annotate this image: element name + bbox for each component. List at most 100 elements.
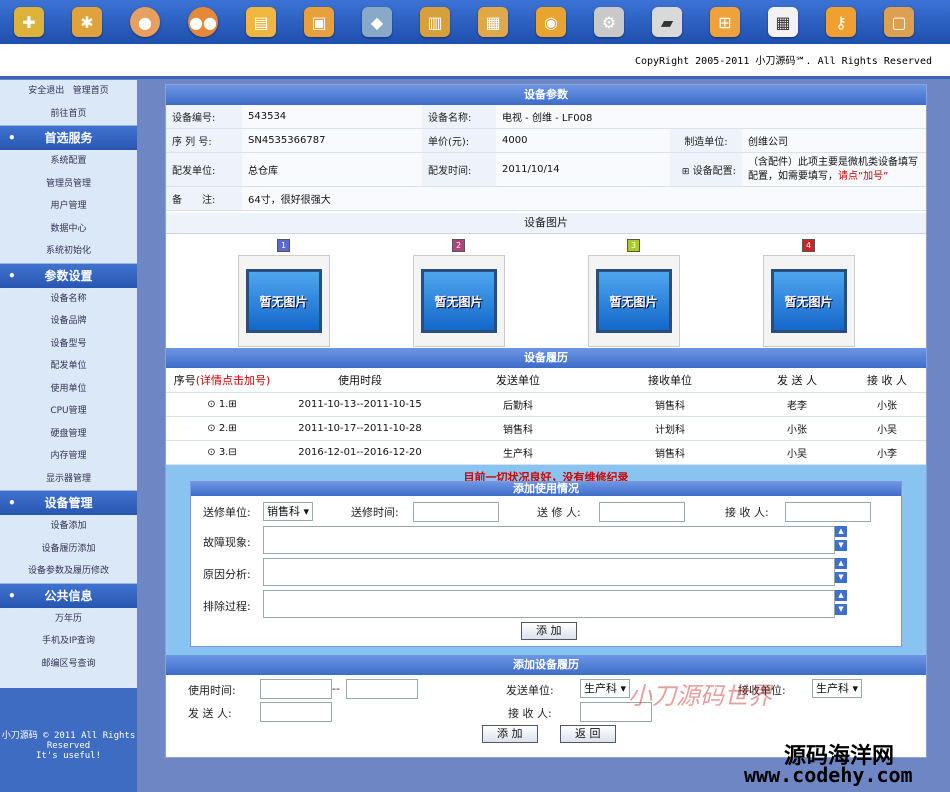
fix-label: 排除过程: [203,600,251,613]
fault-scrollbar[interactable]: ▲ ▼ [835,526,847,552]
image-slot[interactable]: 2 暂无图片 [412,238,505,347]
receiver-input[interactable] [785,502,871,522]
sidebar-item-device-model[interactable]: 设备型号 [0,333,137,356]
section-preferred-services[interactable]: 首选服务 [0,125,137,150]
tool-icon-15[interactable]: ▢ [870,2,928,42]
config-link[interactable]: 请点“加号” [838,171,888,182]
sidebar-item-system-init[interactable]: 系统初始化 [0,240,137,263]
back-button[interactable]: 返 回 [560,725,616,743]
use-time-start-input[interactable] [260,679,332,699]
usage-form-title: 添加使用情况 [191,482,901,496]
dept-select[interactable]: 销售科 ▾ [263,502,314,521]
footer-line-3: It's useful! [35,751,102,761]
radio-icon[interactable]: ⊙ [207,423,215,434]
minus-collapse-icon[interactable]: ⊟ [228,447,236,458]
tool-icon-10[interactable]: ⚙ [580,2,638,42]
tool-icon-14[interactable]: ⚷ [812,2,870,42]
section-public-info[interactable]: 公共信息 [0,582,137,608]
image-slot[interactable]: 1 暂无图片 [237,238,330,347]
image-slot[interactable]: 4 暂无图片 [762,238,855,347]
tool-icon-5[interactable]: ▣ [290,2,348,42]
use-time-end-input[interactable] [346,679,418,699]
value-dist: 总仓库 [242,152,422,187]
person-label: 送 修 人: [537,506,581,519]
record-form: 使用时间: -- 发送单位: 生产科 ▾ 接收单位: 生产科 ▾ 发 送 人: … [166,675,926,743]
sidebar-item-monitor[interactable]: 显示器管理 [0,468,137,491]
sidebar-item-system-config[interactable]: 系统配置 [0,150,137,173]
images-title: 设备图片 [166,213,926,234]
scroll-down-icon[interactable]: ▼ [835,540,847,551]
tool-icon-4[interactable]: ▤ [232,2,290,42]
dept-label: 送修单位: [203,506,251,519]
cause-scrollbar[interactable]: ▲ ▼ [835,558,847,584]
col-seq: 序号(详情点击加号) [166,368,278,393]
sidebar-item-data-center[interactable]: 数据中心 [0,218,137,241]
scroll-down-icon[interactable]: ▼ [835,604,847,615]
sidebar-item-use-unit[interactable]: 使用单位 [0,378,137,401]
add-usage-button[interactable]: 添 加 [521,622,577,640]
admin-home-link[interactable]: 管理首页 [73,86,109,96]
sender-label: 发 送 人: [188,707,232,720]
tool-icon-3[interactable]: ●● [174,2,232,42]
sidebar-item-cpu[interactable]: CPU管理 [0,400,137,423]
sidebar-item-admin-manage[interactable]: 管理员管理 [0,173,137,196]
logout-link[interactable]: 安全退出 [28,86,64,96]
tool-icon-6[interactable]: ◆ [348,2,406,42]
cause-label: 原因分析: [203,568,251,581]
plus-expand-icon[interactable]: ⊞ [228,423,236,434]
sidebar-item-postcode[interactable]: 邮编区号查询 [0,653,137,676]
fix-textarea[interactable] [263,590,835,618]
tool-icon-2[interactable]: ● [116,2,174,42]
tool-icon-9[interactable]: ◉ [522,2,580,42]
fault-textarea[interactable] [263,526,835,554]
tool-icon-8[interactable]: ▦ [464,2,522,42]
repair-time-input[interactable] [413,502,499,522]
image-frame: 暂无图片 [237,255,330,347]
cell-to: 计划科 [594,416,746,441]
tool-icon-11[interactable]: ▰ [638,2,696,42]
tool-icon-7[interactable]: ▥ [406,2,464,42]
tool-icon-1[interactable]: ✱ [58,2,116,42]
tool-icon-13[interactable]: ▦ [754,2,812,42]
section-device-manage[interactable]: 设备管理 [0,490,137,515]
cause-textarea[interactable] [263,558,835,586]
sidebar-item-dist-unit[interactable]: 配发单位 [0,355,137,378]
sidebar-item-user-manage[interactable]: 用户管理 [0,195,137,218]
chevron-down-icon: ▾ [620,682,627,695]
plus-expand-icon[interactable]: ⊞ [682,167,690,177]
cell-from: 销售科 [442,416,594,441]
sidebar-item-param-edit[interactable]: 设备参数及履历修改 [0,560,137,583]
sidebar-item-device-brand[interactable]: 设备品牌 [0,310,137,333]
tool-icon-12[interactable]: ⊞ [696,2,754,42]
send-dept-select[interactable]: 生产科 ▾ [580,679,631,698]
scroll-up-icon[interactable]: ▲ [835,590,847,601]
sidebar-footer: 小刀源码 © 2011 All Rights Reserved It's use… [0,688,137,792]
footer-line-1: 小刀源码 © 2011 All Rights [1,731,136,741]
sender-input[interactable] [260,702,332,722]
sidebar-item-device-add[interactable]: 设备添加 [0,515,137,538]
image-number-badge: 2 [452,239,465,252]
radio-icon[interactable]: ⊙ [207,447,215,458]
history-title: 设备履历 [166,348,926,368]
radio-icon[interactable]: ⊙ [207,399,215,410]
scroll-down-icon[interactable]: ▼ [835,572,847,583]
scroll-up-icon[interactable]: ▲ [835,558,847,569]
scroll-up-icon[interactable]: ▲ [835,526,847,537]
recv-dept-select[interactable]: 生产科 ▾ [812,679,863,698]
fix-scrollbar[interactable]: ▲ ▼ [835,590,847,616]
tool-icon-0[interactable]: ✚ [0,2,58,42]
sidebar-item-calendar[interactable]: 万年历 [0,608,137,631]
sidebar-item-phone-ip[interactable]: 手机及IP查询 [0,630,137,653]
image-slot[interactable]: 3 暂无图片 [587,238,680,347]
table-row: ⊙ 3.⊟ 2016-12-01--2016-12-20 生产科 销售科 小吴 … [166,440,926,465]
plus-expand-icon[interactable]: ⊞ [228,399,236,410]
seq-number: 1. [218,399,229,410]
home-link[interactable]: 前往首页 [0,103,137,126]
sidebar-item-memory[interactable]: 内存管理 [0,445,137,468]
sidebar-item-device-name[interactable]: 设备名称 [0,288,137,311]
sidebar-item-hdd[interactable]: 硬盘管理 [0,423,137,446]
add-record-button[interactable]: 添 加 [482,725,538,743]
sidebar-item-history-add[interactable]: 设备履历添加 [0,538,137,561]
repair-person-input[interactable] [599,502,685,522]
section-param-settings[interactable]: 参数设置 [0,262,137,288]
